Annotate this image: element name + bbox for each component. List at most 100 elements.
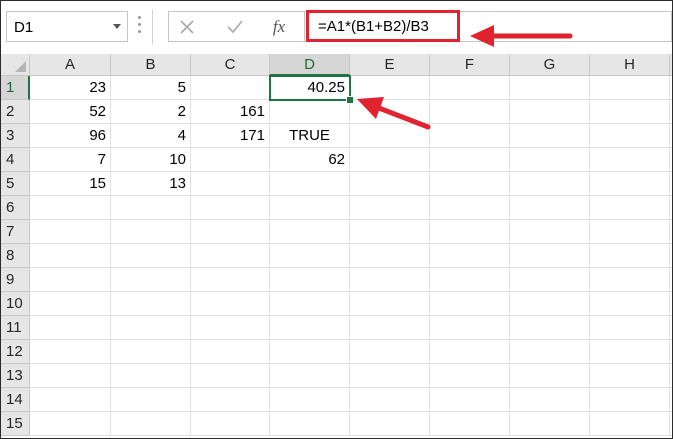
chevron-down-icon[interactable] <box>113 24 121 29</box>
row-header-9[interactable]: 9 <box>1 268 30 292</box>
cell-g2[interactable] <box>510 100 590 124</box>
cell-a6[interactable] <box>30 196 111 220</box>
cell-e9[interactable] <box>350 268 430 292</box>
cell-f7[interactable] <box>430 220 510 244</box>
cell-g9[interactable] <box>510 268 590 292</box>
row-header-4[interactable]: 4 <box>1 148 30 172</box>
cell-d3[interactable]: TRUE <box>270 124 350 148</box>
cell-f10[interactable] <box>430 292 510 316</box>
check-icon[interactable] <box>223 16 247 38</box>
column-header-c[interactable]: C <box>191 54 270 76</box>
cell-g4[interactable] <box>510 148 590 172</box>
cell-d13[interactable] <box>270 364 350 388</box>
cell-g11[interactable] <box>510 316 590 340</box>
select-all-corner[interactable] <box>1 54 30 76</box>
cell-e7[interactable] <box>350 220 430 244</box>
cell-g10[interactable] <box>510 292 590 316</box>
cell-f6[interactable] <box>430 196 510 220</box>
cell-g12[interactable] <box>510 340 590 364</box>
cell-g15[interactable] <box>510 412 590 436</box>
cell-e12[interactable] <box>350 340 430 364</box>
cell-g13[interactable] <box>510 364 590 388</box>
cell-h11[interactable] <box>590 316 670 340</box>
cell-c2[interactable]: 161 <box>191 100 270 124</box>
cell-a11[interactable] <box>30 316 111 340</box>
cell-f1[interactable] <box>430 76 510 100</box>
row-header-10[interactable]: 10 <box>1 292 30 316</box>
cell-f3[interactable] <box>430 124 510 148</box>
row-header-2[interactable]: 2 <box>1 100 30 124</box>
cell-a7[interactable] <box>30 220 111 244</box>
close-icon[interactable] <box>175 16 199 38</box>
cell-a2[interactable]: 52 <box>30 100 111 124</box>
cell-e8[interactable] <box>350 244 430 268</box>
cell-c13[interactable] <box>191 364 270 388</box>
cell-b9[interactable] <box>111 268 191 292</box>
cell-b8[interactable] <box>111 244 191 268</box>
cell-e10[interactable] <box>350 292 430 316</box>
cell-h7[interactable] <box>590 220 670 244</box>
column-header-f[interactable]: F <box>430 54 510 76</box>
cell-b2[interactable]: 2 <box>111 100 191 124</box>
cell-c7[interactable] <box>191 220 270 244</box>
cell-e6[interactable] <box>350 196 430 220</box>
column-header-g[interactable]: G <box>510 54 590 76</box>
cell-d5[interactable] <box>270 172 350 196</box>
cell-g14[interactable] <box>510 388 590 412</box>
column-header-b[interactable]: B <box>111 54 191 76</box>
cell-e11[interactable] <box>350 316 430 340</box>
cell-a8[interactable] <box>30 244 111 268</box>
cell-h14[interactable] <box>590 388 670 412</box>
row-header-13[interactable]: 13 <box>1 364 30 388</box>
cell-f13[interactable] <box>430 364 510 388</box>
cell-h6[interactable] <box>590 196 670 220</box>
column-header-h[interactable]: H <box>590 54 670 76</box>
cell-c6[interactable] <box>191 196 270 220</box>
cell-h2[interactable] <box>590 100 670 124</box>
column-header-e[interactable]: E <box>350 54 430 76</box>
row-header-15[interactable]: 15 <box>1 412 30 436</box>
cell-e4[interactable] <box>350 148 430 172</box>
cell-b1[interactable]: 5 <box>111 76 191 100</box>
cell-b5[interactable]: 13 <box>111 172 191 196</box>
cell-c8[interactable] <box>191 244 270 268</box>
cell-e14[interactable] <box>350 388 430 412</box>
cell-g8[interactable] <box>510 244 590 268</box>
cell-d14[interactable] <box>270 388 350 412</box>
cell-b6[interactable] <box>111 196 191 220</box>
row-header-3[interactable]: 3 <box>1 124 30 148</box>
cell-d6[interactable] <box>270 196 350 220</box>
cell-h4[interactable] <box>590 148 670 172</box>
cell-c3[interactable]: 171 <box>191 124 270 148</box>
row-header-7[interactable]: 7 <box>1 220 30 244</box>
cell-g5[interactable] <box>510 172 590 196</box>
cell-b12[interactable] <box>111 340 191 364</box>
cell-e13[interactable] <box>350 364 430 388</box>
cell-c1[interactable] <box>191 76 270 100</box>
cell-a4[interactable]: 7 <box>30 148 111 172</box>
cell-c12[interactable] <box>191 340 270 364</box>
row-header-5[interactable]: 5 <box>1 172 30 196</box>
cell-d9[interactable] <box>270 268 350 292</box>
cell-b10[interactable] <box>111 292 191 316</box>
cell-a5[interactable]: 15 <box>30 172 111 196</box>
cell-c11[interactable] <box>191 316 270 340</box>
cell-a15[interactable] <box>30 412 111 436</box>
cell-g3[interactable] <box>510 124 590 148</box>
cell-c14[interactable] <box>191 388 270 412</box>
cell-a9[interactable] <box>30 268 111 292</box>
cell-b3[interactable]: 4 <box>111 124 191 148</box>
cell-d2[interactable] <box>270 100 350 124</box>
row-header-11[interactable]: 11 <box>1 316 30 340</box>
cell-a1[interactable]: 23 <box>30 76 111 100</box>
cell-a10[interactable] <box>30 292 111 316</box>
name-box[interactable]: D1 <box>6 11 128 42</box>
row-header-6[interactable]: 6 <box>1 196 30 220</box>
cell-b11[interactable] <box>111 316 191 340</box>
cell-e1[interactable] <box>350 76 430 100</box>
cell-h10[interactable] <box>590 292 670 316</box>
cell-h8[interactable] <box>590 244 670 268</box>
cell-f11[interactable] <box>430 316 510 340</box>
cell-e2[interactable] <box>350 100 430 124</box>
cell-g7[interactable] <box>510 220 590 244</box>
